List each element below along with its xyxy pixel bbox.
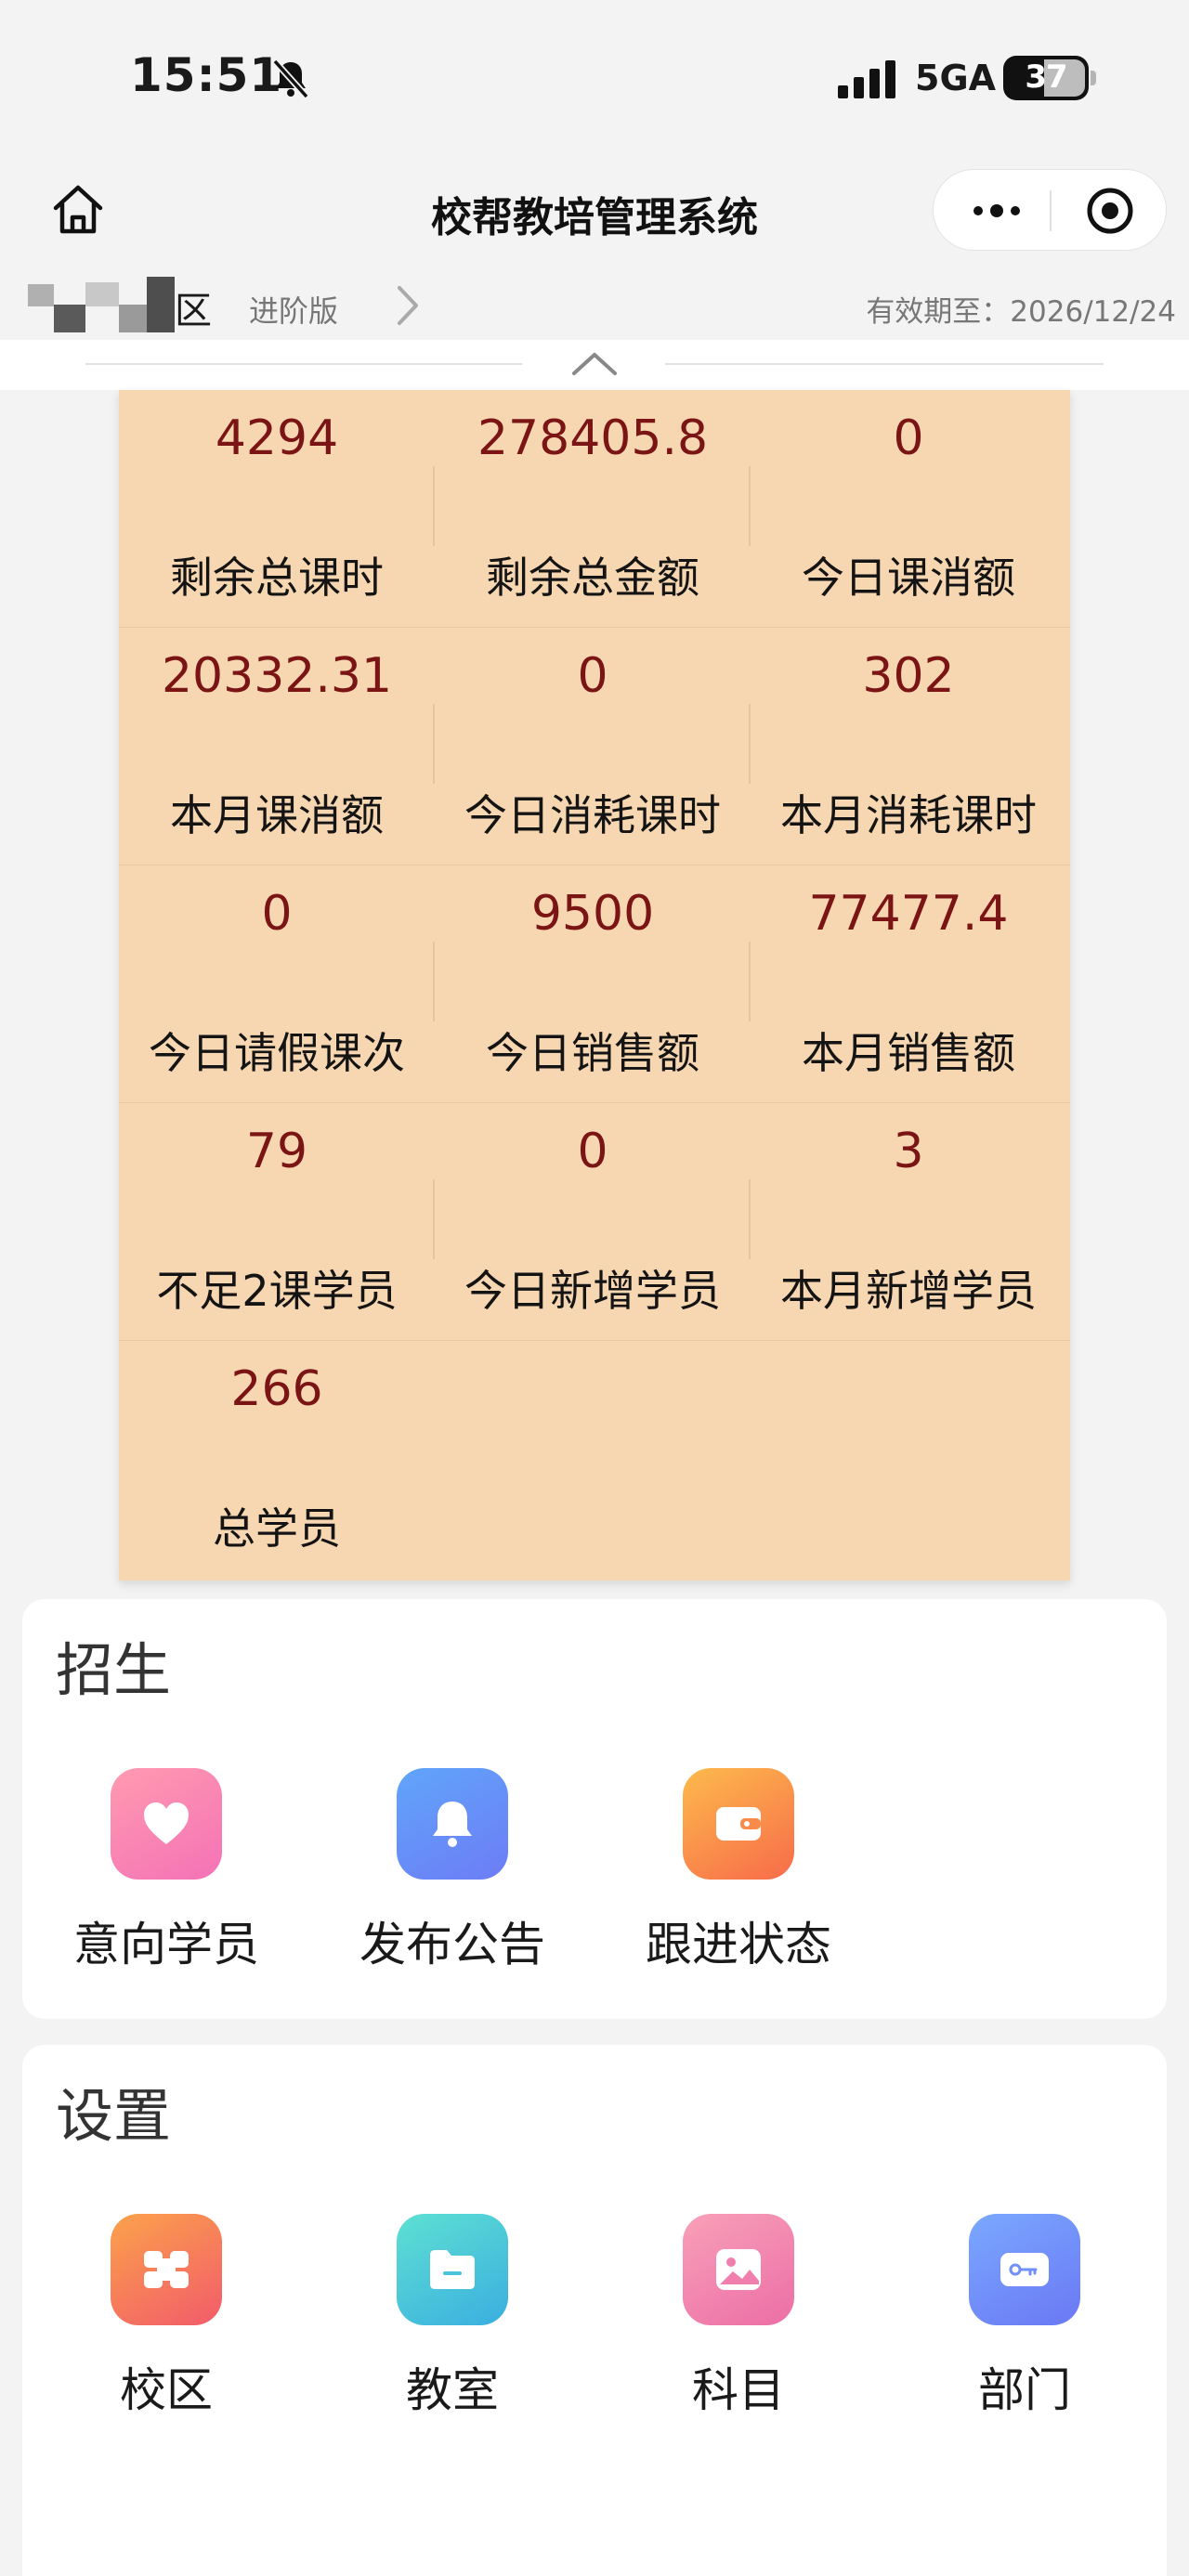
stat-cell[interactable]: 266 总学员	[119, 1341, 435, 1579]
more-icon[interactable]	[969, 192, 1025, 229]
menu-item-settings-3[interactable]: 部门	[908, 2214, 1141, 2417]
menu-label: 科目	[692, 2363, 785, 2417]
stat-cell[interactable]: 0 今日新增学员	[435, 1103, 751, 1341]
stat-value: 302	[862, 648, 955, 704]
stat-label: 总学员	[213, 1503, 341, 1554]
folder-icon	[397, 2214, 508, 2325]
bell-muted-icon	[272, 59, 309, 99]
stats-row: 4294 剩余总课时 278405.8 剩余总金额 0 今日课消额	[119, 390, 1070, 628]
menu-label: 校区	[120, 2363, 213, 2417]
battery-cap	[1091, 71, 1096, 85]
menu-label: 教室	[406, 2363, 499, 2417]
stat-cell[interactable]: 302 本月消耗课时	[751, 628, 1066, 865]
campus-plan: 进阶版	[249, 293, 339, 329]
stats-row: 266 总学员	[119, 1341, 1070, 1579]
battery-level: 37	[1025, 59, 1067, 96]
status-bar: 15:51 5GA 37	[0, 0, 1189, 158]
stat-value: 9500	[530, 886, 655, 942]
stat-cell[interactable]: 79 不足2课学员	[119, 1103, 435, 1341]
chevron-up-icon[interactable]	[568, 347, 621, 379]
image-icon	[683, 2214, 794, 2325]
stat-label: 今日课消额	[802, 553, 1015, 603]
menu-label: 跟进状态	[646, 1918, 831, 1971]
stat-cell[interactable]: 0 今日消耗课时	[435, 628, 751, 865]
stat-cell[interactable]: 77477.4 本月销售额	[751, 865, 1066, 1103]
bell-icon	[397, 1768, 508, 1880]
stat-label: 本月消耗课时	[780, 790, 1037, 840]
stat-label: 剩余总金额	[486, 553, 699, 603]
status-time: 15:51	[130, 48, 283, 102]
stats-row: 20332.31 本月课消额 0 今日消耗课时 302 本月消耗课时	[119, 628, 1070, 865]
menu-label: 发布公告	[359, 1918, 545, 1971]
campus-name: 区	[175, 290, 212, 332]
stat-value: 4294	[215, 410, 339, 466]
chevron-right-icon[interactable]	[388, 282, 425, 329]
network-label: 5GA	[915, 58, 997, 98]
stat-label: 剩余总课时	[170, 553, 384, 603]
nav-bar: 校帮教培管理系统	[0, 158, 1189, 269]
heart-icon	[111, 1768, 222, 1880]
menu-label: 意向学员	[73, 1918, 259, 1971]
menu-item-recruit-1[interactable]: 发布公告	[336, 1768, 568, 1971]
campus-icon	[111, 2214, 222, 2325]
stat-label: 不足2课学员	[156, 1266, 398, 1316]
close-target-icon[interactable]	[1086, 187, 1134, 235]
section-title-recruit: 招生	[56, 1636, 172, 1704]
stat-value: 0	[577, 648, 608, 704]
stat-value: 0	[261, 886, 293, 942]
stat-value: 278405.8	[477, 410, 709, 466]
stats-row: 79 不足2课学员 0 今日新增学员 3 本月新增学员	[119, 1103, 1070, 1341]
menu-item-settings-0[interactable]: 校区	[50, 2214, 282, 2417]
stat-label: 本月新增学员	[780, 1266, 1037, 1316]
stat-value: 77477.4	[808, 886, 1009, 942]
stats-card: 4294 剩余总课时 278405.8 剩余总金额 0 今日课消额 20332.31 本月课消…	[119, 390, 1070, 1581]
stat-cell[interactable]: 3 本月新增学员	[751, 1103, 1066, 1341]
battery-icon: 37	[1003, 56, 1089, 100]
stat-label: 今日新增学员	[464, 1266, 721, 1316]
wallet-icon	[683, 1768, 794, 1880]
key-card-icon	[969, 2214, 1080, 2325]
expiry-date: 有效期至：2026/12/24	[866, 295, 1176, 329]
stat-value: 3	[893, 1124, 924, 1179]
campus-row[interactable]: 区 进阶版 有效期至：2026/12/24	[0, 269, 1189, 340]
stat-label: 本月销售额	[802, 1028, 1015, 1078]
menu-item-recruit-2[interactable]: 跟进状态	[622, 1768, 855, 1971]
settings-section: 设置 校区 教室 科目 部门	[22, 2045, 1167, 2576]
stat-cell[interactable]: 278405.8 剩余总金额	[435, 390, 751, 628]
collapse-toggle[interactable]	[0, 340, 1189, 390]
section-title-settings: 设置	[56, 2082, 172, 2150]
stat-value: 0	[577, 1124, 608, 1179]
stat-cell[interactable]: 0 今日请假课次	[119, 865, 435, 1103]
menu-item-settings-1[interactable]: 教室	[336, 2214, 568, 2417]
campus-name-redacted	[28, 277, 175, 332]
stat-cell[interactable]: 4294 剩余总课时	[119, 390, 435, 628]
menu-label: 部门	[978, 2363, 1071, 2417]
signal-icon	[838, 60, 895, 98]
stat-cell[interactable]: 0 今日课消额	[751, 390, 1066, 628]
stat-label: 今日消耗课时	[464, 790, 721, 840]
stat-value: 0	[893, 410, 924, 466]
stat-value: 79	[245, 1124, 308, 1179]
stat-value: 20332.31	[161, 648, 393, 704]
menu-item-recruit-0[interactable]: 意向学员	[50, 1768, 282, 1971]
menu-item-settings-2[interactable]: 科目	[622, 2214, 855, 2417]
stat-cell[interactable]: 9500 今日销售额	[435, 865, 751, 1103]
stat-label: 今日销售额	[486, 1028, 699, 1078]
stat-label: 本月课消额	[170, 790, 384, 840]
recruit-section: 招生 意向学员 发布公告 跟进状态	[22, 1599, 1167, 2019]
stat-label: 今日请假课次	[149, 1028, 405, 1078]
stat-value: 266	[230, 1361, 323, 1417]
miniprogram-capsule	[933, 169, 1167, 251]
stats-row: 0 今日请假课次 9500 今日销售额 77477.4 本月销售额	[119, 865, 1070, 1103]
stat-cell[interactable]: 20332.31 本月课消额	[119, 628, 435, 865]
